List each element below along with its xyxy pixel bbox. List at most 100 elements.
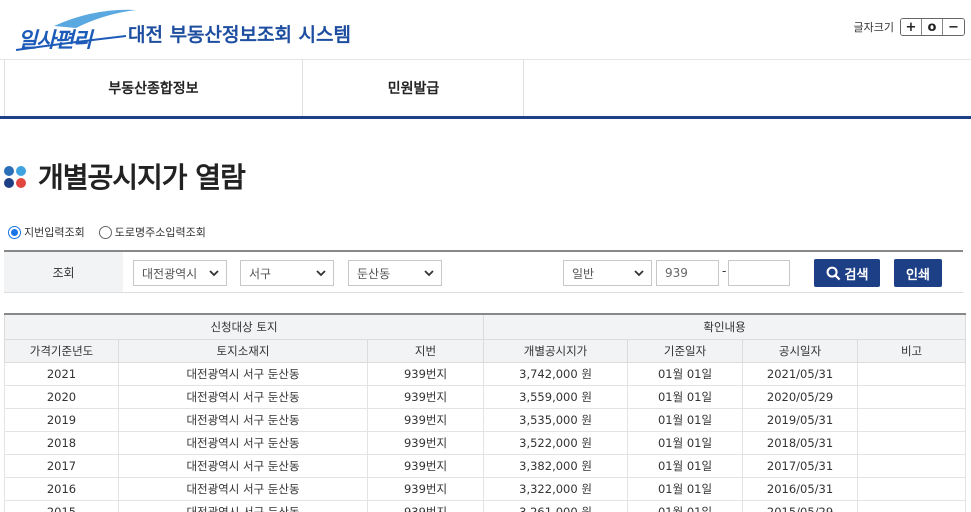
- col-remarks-cell: [857, 477, 967, 501]
- col-official-price-cell: 3,742,000 원: [483, 362, 629, 386]
- system-title: 대전 부동산정보조회 시스템: [128, 24, 351, 46]
- col-remarks-cell: [857, 431, 967, 455]
- table-row: 2020 대전광역시 서구 둔산동 939번지 3,559,000 원 01월 01일 2…: [4, 385, 967, 409]
- fontsize-button-group: + o −: [900, 18, 965, 36]
- col-base-date-cell: 01월 01일: [627, 454, 744, 478]
- table-body: 2021 대전광역시 서구 둔산동 939번지 3,742,000 원 01월 01일 2…: [4, 362, 967, 512]
- radio-road-address-search[interactable]: 도로명주소입력조회: [98, 224, 206, 240]
- sigungu-select-value: 서구: [249, 266, 272, 281]
- sido-select-value: 대전광역시: [142, 266, 198, 281]
- col-official-price-cell: 3,322,000 원: [483, 477, 629, 501]
- col-remarks-cell: [857, 408, 967, 432]
- col-land-location-cell: 대전광역시 서구 둔산동: [118, 408, 368, 432]
- bu-number-input[interactable]: [728, 260, 790, 286]
- nav-item-civil-documents[interactable]: 민원발급: [302, 60, 524, 116]
- col-price-year-cell: 2017: [4, 454, 119, 478]
- radio-checked-icon[interactable]: [8, 225, 21, 239]
- col-jibun-cell: 939번지: [366, 431, 485, 455]
- col-official-price-cell: 3,522,000 원: [483, 431, 629, 455]
- col-land-location-cell: 대전광역시 서구 둔산동: [118, 362, 368, 386]
- col-jibun-cell: 939번지: [366, 454, 485, 478]
- chevron-down-icon: [209, 270, 219, 277]
- jibun-dash: -: [722, 264, 727, 278]
- table-row: 2018 대전광역시 서구 둔산동 939번지 3,522,000 원 01월 01일 2…: [4, 431, 967, 455]
- col-base-date-cell: 01월 01일: [627, 408, 744, 432]
- col-land-location-cell: 대전광역시 서구 둔산동: [118, 477, 368, 501]
- col-remarks-cell: [857, 500, 967, 512]
- nav-divider: [523, 60, 524, 116]
- sido-select[interactable]: 대전광역시: [133, 260, 227, 286]
- group-header-target-land: 신청대상 토지: [3, 313, 485, 340]
- header: 일사편리 대전 부동산정보조회 시스템 글자크기 + o −: [0, 0, 971, 60]
- main-nav: 부동산종합정보 민원발급: [0, 60, 971, 119]
- search-label: 조회: [4, 252, 123, 292]
- sigungu-select[interactable]: 서구: [240, 260, 334, 286]
- col-remarks-header: 비고: [857, 339, 967, 363]
- col-official-price-header: 개별공시지가: [483, 339, 629, 363]
- col-price-year-cell: 2020: [4, 385, 119, 409]
- dong-select-value: 둔산동: [357, 266, 391, 281]
- table-row: 2017 대전광역시 서구 둔산동 939번지 3,382,000 원 01월 01일 2…: [4, 454, 967, 478]
- title-dots-icon: [4, 164, 28, 188]
- table-row: 2016 대전광역시 서구 둔산동 939번지 3,322,000 원 01월 01일 2…: [4, 477, 967, 501]
- search-button[interactable]: 검색: [814, 259, 880, 287]
- bon-number-input[interactable]: 939: [656, 260, 719, 286]
- col-announce-date-cell: 2018/05/31: [742, 431, 859, 455]
- col-base-date-cell: 01월 01일: [627, 477, 744, 501]
- page-title-block: 개별공시지가 열람: [4, 156, 246, 196]
- col-price-year-cell: 2016: [4, 477, 119, 501]
- col-announce-date-cell: 2015/05/29: [742, 500, 859, 512]
- chevron-down-icon: [316, 270, 326, 277]
- col-official-price-cell: 3,382,000 원: [483, 454, 629, 478]
- group-header-confirmation: 확인내용: [483, 313, 967, 340]
- table-row: 2019 대전광역시 서구 둔산동 939번지 3,535,000 원 01월 01일 2…: [4, 408, 967, 432]
- print-button[interactable]: 인쇄: [894, 259, 942, 287]
- col-base-date-cell: 01월 01일: [627, 500, 744, 512]
- logo[interactable]: 일사편리: [14, 6, 144, 52]
- price-table: 신청대상 토지 확인내용 가격기준년도 토지소재지 지번 개별공시지가 기준일자 공시일자…: [3, 313, 971, 512]
- radio-unchecked-icon[interactable]: [98, 225, 112, 239]
- search-bar: 조회 대전광역시 서구 둔산동 일반 939 - 검색 인쇄: [4, 250, 963, 293]
- search-mode-radios: 지번입력조회 도로명주소입력조회: [8, 224, 220, 240]
- land-type-select[interactable]: 일반: [563, 260, 652, 286]
- col-jibun-cell: 939번지: [366, 477, 485, 501]
- col-jibun-cell: 939번지: [366, 408, 485, 432]
- table-column-header-row: 가격기준년도 토지소재지 지번 개별공시지가 기준일자 공시일자 비고: [4, 339, 967, 363]
- col-remarks-cell: [857, 362, 967, 386]
- radio-jibun-search[interactable]: 지번입력조회: [8, 224, 85, 240]
- search-icon: [826, 266, 840, 280]
- col-announce-date-cell: 2017/05/31: [742, 454, 859, 478]
- col-land-location-header: 토지소재지: [118, 339, 368, 363]
- fontsize-reset-button[interactable]: o: [922, 19, 943, 35]
- search-button-label: 검색: [844, 267, 869, 283]
- col-price-year-cell: 2019: [4, 408, 119, 432]
- land-type-select-value: 일반: [572, 266, 595, 281]
- col-jibun-header: 지번: [366, 339, 485, 363]
- table-row: 2015 대전광역시 서구 둔산동 939번지 3,261,000 원 01월 01일 2…: [4, 500, 967, 512]
- col-price-year-cell: 2015: [4, 500, 119, 512]
- col-base-date-cell: 01월 01일: [627, 431, 744, 455]
- fontsize-label: 글자크기: [853, 21, 894, 34]
- col-remarks-cell: [857, 385, 967, 409]
- fontsize-increase-button[interactable]: +: [901, 19, 922, 35]
- col-jibun-cell: 939번지: [366, 385, 485, 409]
- dong-select[interactable]: 둔산동: [348, 260, 442, 286]
- col-base-date-cell: 01월 01일: [627, 362, 744, 386]
- col-official-price-cell: 3,559,000 원: [483, 385, 629, 409]
- nav-item-real-estate-info[interactable]: 부동산종합정보: [4, 60, 302, 116]
- col-base-date-header: 기준일자: [627, 339, 744, 363]
- col-land-location-cell: 대전광역시 서구 둔산동: [118, 454, 368, 478]
- col-announce-date-header: 공시일자: [742, 339, 859, 363]
- chevron-down-icon: [424, 270, 434, 277]
- col-base-date-cell: 01월 01일: [627, 385, 744, 409]
- page-title: 개별공시지가 열람: [38, 161, 246, 194]
- fontsize-decrease-button[interactable]: −: [943, 19, 964, 35]
- col-announce-date-cell: 2016/05/31: [742, 477, 859, 501]
- col-land-location-cell: 대전광역시 서구 둔산동: [118, 431, 368, 455]
- chevron-down-icon: [634, 270, 644, 277]
- radio-label: 도로명주소입력조회: [114, 226, 206, 239]
- col-land-location-cell: 대전광역시 서구 둔산동: [118, 385, 368, 409]
- col-price-year-cell: 2018: [4, 431, 119, 455]
- col-land-location-cell: 대전광역시 서구 둔산동: [118, 500, 368, 512]
- table-row: 2021 대전광역시 서구 둔산동 939번지 3,742,000 원 01월 01일 2…: [4, 362, 967, 386]
